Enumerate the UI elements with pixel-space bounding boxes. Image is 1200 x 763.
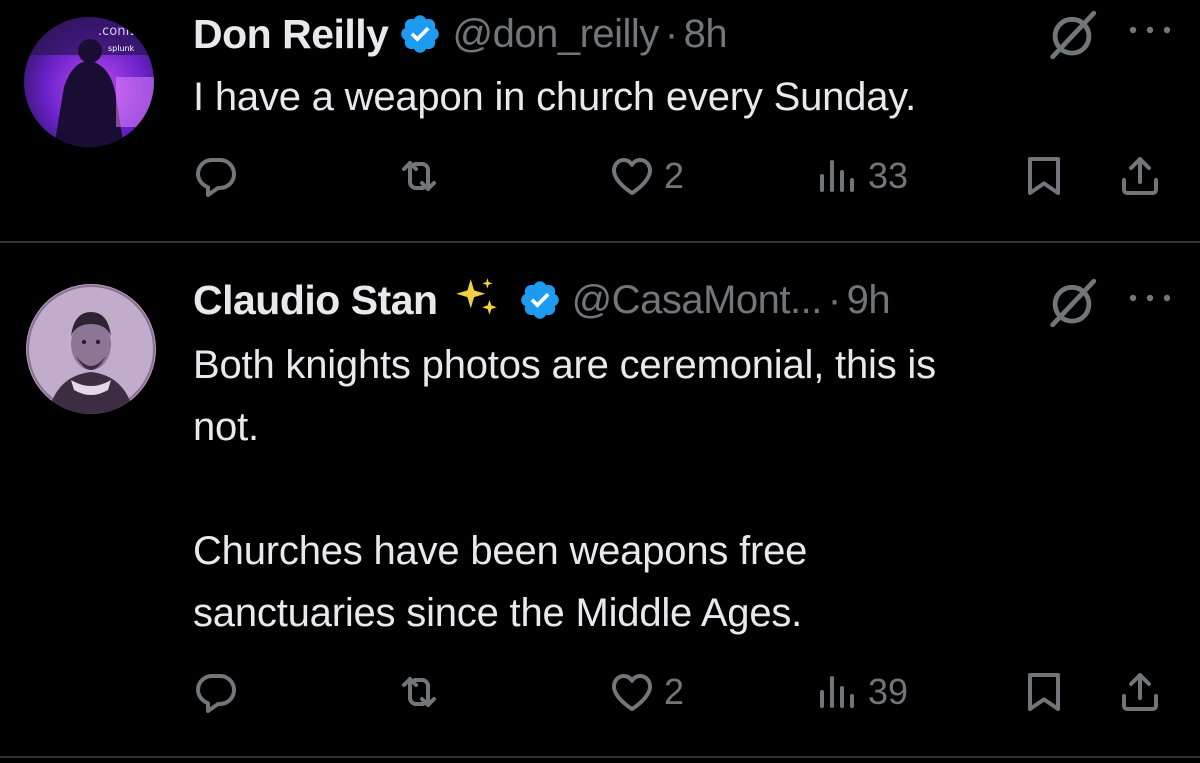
reply-button[interactable]	[192, 662, 248, 722]
like-count: 2	[664, 155, 685, 196]
timestamp[interactable]: 9h	[847, 278, 891, 323]
views-icon	[812, 152, 860, 200]
like-count: 2	[664, 671, 685, 712]
divider	[0, 756, 1200, 758]
action-bar: 2 39	[0, 662, 1200, 722]
avatar-image: .conf23 splunk	[24, 17, 154, 147]
tweet[interactable]: .conf23 splunk Don Reilly @don_reilly · …	[0, 0, 1200, 242]
share-button[interactable]	[1116, 662, 1164, 722]
retweet-icon	[395, 668, 443, 716]
bookmark-icon	[1020, 668, 1068, 716]
bookmark-button[interactable]	[1020, 662, 1068, 722]
author-name[interactable]: Claudio Stan	[193, 277, 438, 324]
reply-icon	[192, 152, 240, 200]
like-icon	[608, 152, 656, 200]
retweet-button[interactable]	[395, 146, 451, 206]
more-icon[interactable]	[1125, 288, 1175, 308]
grok-icon[interactable]	[1043, 6, 1101, 64]
avatar[interactable]	[26, 284, 156, 414]
views-count: 39	[868, 671, 909, 712]
tweet-text: I have a weapon in church every Sunday.	[193, 75, 917, 119]
avatar[interactable]: .conf23 splunk	[24, 17, 154, 147]
divider	[0, 241, 1200, 243]
separator-dot: ·	[664, 11, 678, 56]
sparkles-icon	[452, 275, 502, 325]
grok-icon[interactable]	[1043, 274, 1101, 332]
avatar-text: .conf23	[98, 24, 147, 39]
bookmark-button[interactable]	[1020, 146, 1068, 206]
action-bar: 2 33	[0, 146, 1200, 206]
tweet-text: Both knights photos are ceremonial, this…	[193, 343, 936, 635]
like-icon	[608, 668, 656, 716]
verified-badge-icon[interactable]	[518, 278, 562, 322]
avatar-image	[26, 284, 156, 414]
more-icon[interactable]	[1125, 20, 1175, 40]
retweet-button[interactable]	[395, 662, 451, 722]
like-button[interactable]: 2	[608, 662, 684, 722]
views-count: 33	[868, 155, 909, 196]
retweet-icon	[395, 152, 443, 200]
separator-dot: ·	[827, 277, 841, 322]
reply-button[interactable]	[192, 146, 248, 206]
share-icon	[1116, 668, 1164, 716]
avatar-text: splunk	[108, 44, 135, 53]
author-handle[interactable]: @don_reilly	[452, 12, 659, 57]
views-icon	[812, 668, 860, 716]
reply-icon	[192, 668, 240, 716]
views-button[interactable]: 33	[812, 146, 908, 206]
views-button[interactable]: 39	[812, 662, 908, 722]
author-handle[interactable]: @CasaMont...	[572, 278, 823, 323]
author-name[interactable]: Don Reilly	[193, 11, 389, 58]
share-button[interactable]	[1116, 146, 1164, 206]
like-button[interactable]: 2	[608, 146, 684, 206]
bookmark-icon	[1020, 152, 1068, 200]
timestamp[interactable]: 8h	[684, 12, 728, 57]
verified-badge-icon[interactable]	[398, 12, 442, 56]
tweet[interactable]: Claudio Stan @CasaMont... · 9h Both knig…	[0, 244, 1200, 754]
share-icon	[1116, 152, 1164, 200]
